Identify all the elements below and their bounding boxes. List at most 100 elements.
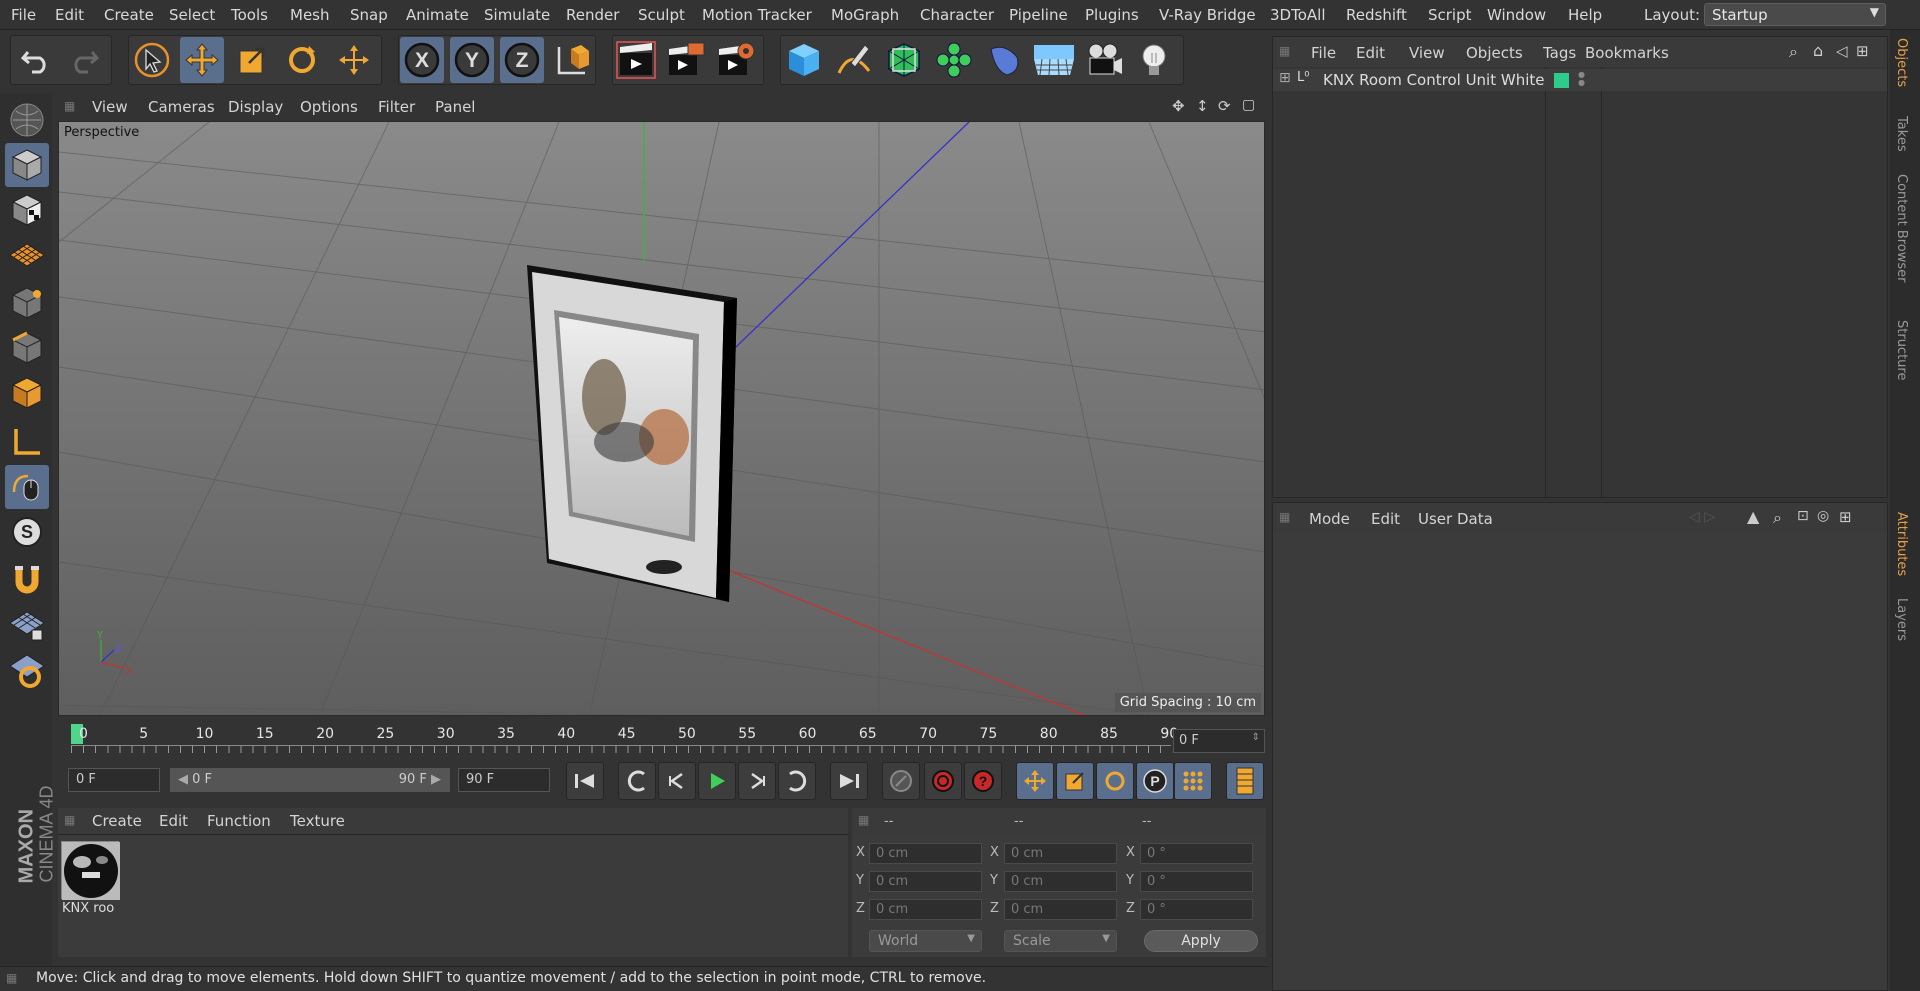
apply-button[interactable]: Apply (1144, 930, 1258, 952)
viewport-menu-panel[interactable]: Panel (435, 98, 475, 116)
object-menu-tags[interactable]: Tags (1543, 44, 1576, 62)
menu-3dtoall[interactable]: 3DToAll (1270, 6, 1325, 24)
menu-mograph[interactable]: MoGraph (831, 6, 899, 24)
drag-handle-icon[interactable]: ▦ (858, 813, 869, 827)
coord-rot-y-field[interactable]: 0 ° (1140, 871, 1253, 892)
object-name[interactable]: KNX Room Control Unit White (1323, 71, 1545, 89)
material-menu-edit[interactable]: Edit (159, 812, 188, 830)
object-menu-view[interactable]: View (1409, 44, 1445, 62)
layout-select[interactable]: Startup ▼ (1704, 3, 1886, 26)
key-scale-icon[interactable] (1056, 762, 1094, 800)
previous-frame-icon[interactable] (658, 762, 696, 800)
deformer-icon[interactable] (982, 37, 1026, 83)
object-row[interactable]: ⊞ L⁰ KNX Room Control Unit White ● ● (1273, 69, 1887, 91)
viewport-menu-view[interactable]: View (92, 98, 128, 116)
perspective-viewport[interactable]: Y Z X Perspective Grid Spacing : 10 cm (58, 121, 1265, 716)
coord-pos-z-field[interactable]: 0 cm (869, 899, 982, 920)
cube-primitive-icon[interactable] (782, 37, 826, 83)
timeline-ruler[interactable]: 0 5 10 15 20 25 30 35 40 45 50 55 60 65 70 75 80 85 90 (58, 722, 1268, 758)
render-picture-viewer-icon[interactable] (664, 37, 708, 83)
floor-environment-icon[interactable] (1032, 37, 1076, 83)
viewport-menu-cameras[interactable]: Cameras (148, 98, 215, 116)
render-settings-icon[interactable] (714, 37, 758, 83)
preview-start-field[interactable]: 0 F (68, 768, 160, 792)
viewport-rotate-icon[interactable]: ⟳ (1218, 97, 1231, 115)
object-menu-file[interactable]: File (1311, 44, 1336, 62)
drag-handle-icon[interactable]: ▦ (1279, 44, 1290, 58)
object-menu-objects[interactable]: Objects (1466, 44, 1523, 62)
menu-pipeline[interactable]: Pipeline (1009, 6, 1068, 24)
menu-animate[interactable]: Animate (406, 6, 469, 24)
viewport-menu-display[interactable]: Display (228, 98, 283, 116)
attribute-menu-edit[interactable]: Edit (1371, 510, 1400, 528)
key-parameter-icon[interactable]: P (1136, 762, 1174, 800)
menu-plugins[interactable]: Plugins (1085, 6, 1139, 24)
current-frame-field[interactable]: 0 F ⇕ (1173, 729, 1265, 753)
tab-layers[interactable]: Layers (1894, 598, 1909, 641)
menu-render[interactable]: Render (566, 6, 619, 24)
select-cursor-icon[interactable] (130, 37, 174, 83)
key-rotation-icon[interactable] (1096, 762, 1134, 800)
menu-sculpt[interactable]: Sculpt (638, 6, 685, 24)
coord-pos-y-field[interactable]: 0 cm (869, 871, 982, 892)
undo-icon[interactable] (14, 37, 58, 83)
pen-spline-icon[interactable] (832, 37, 876, 83)
go-to-start-icon[interactable] (566, 762, 604, 800)
viewport-menu-filter[interactable]: Filter (378, 98, 415, 116)
preview-range-slider[interactable]: ◀ 0 F 90 F ▶ (170, 768, 450, 792)
tab-attributes[interactable]: Attributes (1894, 512, 1909, 576)
axis-mode-icon[interactable] (5, 420, 49, 464)
menu-character[interactable]: Character (920, 6, 994, 24)
keyframe-selection-icon[interactable]: ? (964, 762, 1002, 800)
menu-help[interactable]: Help (1568, 6, 1602, 24)
z-axis-icon[interactable]: Z (500, 37, 544, 83)
timeline-window-icon[interactable] (1226, 762, 1264, 800)
menu-file[interactable]: File (11, 6, 36, 24)
material-menu-function[interactable]: Function (207, 812, 271, 830)
key-position-icon[interactable] (1016, 762, 1054, 800)
menu-script[interactable]: Script (1428, 6, 1472, 24)
material-swatch[interactable]: KNX roo (60, 841, 120, 919)
new-panel-icon[interactable]: ⊞ (1856, 42, 1869, 60)
menu-edit[interactable]: Edit (55, 6, 84, 24)
redo-icon[interactable] (62, 37, 106, 83)
solo-mode-icon[interactable]: S (5, 510, 49, 554)
tweak-mode-icon[interactable] (5, 465, 49, 509)
live-select-icon[interactable] (332, 37, 376, 83)
move-icon[interactable] (180, 37, 224, 83)
menu-redshift[interactable]: Redshift (1346, 6, 1407, 24)
mograph-cloner-icon[interactable] (932, 37, 976, 83)
subdivision-icon[interactable] (882, 37, 926, 83)
drag-handle-icon[interactable]: ▦ (64, 813, 75, 827)
menu-snap[interactable]: Snap (350, 6, 388, 24)
coordinate-space-select[interactable]: World ▼ (869, 930, 982, 952)
menu-vray-bridge[interactable]: V-Ray Bridge (1159, 6, 1256, 24)
target-icon[interactable]: ◎ (1817, 508, 1829, 524)
visibility-dots-icon[interactable]: ● ● (1578, 71, 1585, 87)
expand-icon[interactable]: ⊞ (1279, 70, 1291, 86)
key-point-level-icon[interactable] (1174, 762, 1212, 800)
drag-handle-icon[interactable]: ▦ (64, 99, 75, 113)
polygon-mode-icon[interactable] (5, 371, 49, 415)
next-frame-icon[interactable] (738, 762, 776, 800)
viewport-menu-options[interactable]: Options (300, 98, 358, 116)
menu-window[interactable]: Window (1487, 6, 1546, 24)
menu-select[interactable]: Select (169, 6, 215, 24)
tab-takes[interactable]: Takes (1894, 116, 1909, 152)
model-mode-icon[interactable] (5, 143, 49, 187)
edge-mode-icon[interactable] (5, 326, 49, 370)
rotate-icon[interactable] (280, 37, 324, 83)
record-active-objects-icon[interactable] (882, 762, 920, 800)
workplane-mode-icon[interactable] (5, 233, 49, 277)
magnet-snap-icon[interactable] (5, 558, 49, 602)
menu-mesh[interactable]: Mesh (290, 6, 330, 24)
coord-size-x-field[interactable]: 0 cm (1004, 843, 1117, 864)
menu-create[interactable]: Create (104, 6, 154, 24)
preview-end-field[interactable]: 90 F (458, 768, 550, 792)
tab-objects[interactable]: Objects (1894, 38, 1909, 87)
new-panel-icon[interactable]: ⊞ (1839, 508, 1852, 526)
texture-mode-icon[interactable] (5, 188, 49, 232)
menu-tools[interactable]: Tools (231, 6, 268, 24)
viewport-zoom-icon[interactable]: ↕ (1196, 97, 1209, 115)
material-menu-texture[interactable]: Texture (290, 812, 345, 830)
